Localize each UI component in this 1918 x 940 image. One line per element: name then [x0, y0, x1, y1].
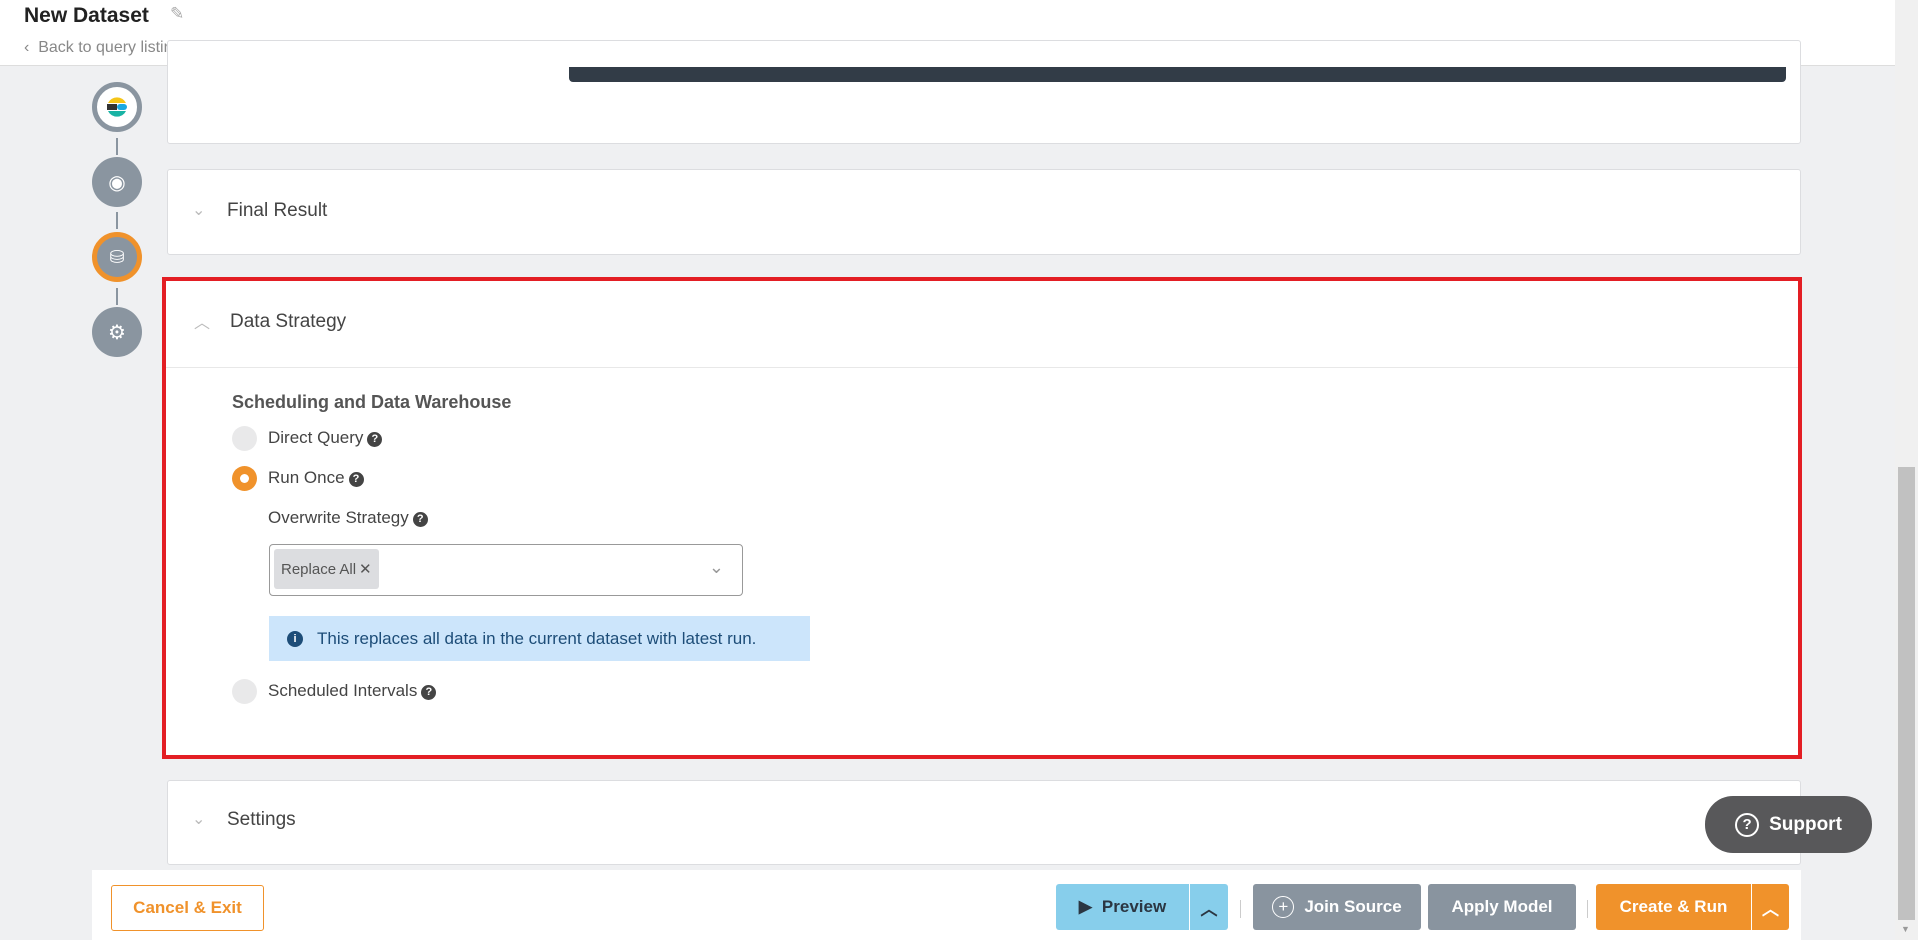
- chevron-down-icon[interactable]: ⌄: [709, 557, 724, 578]
- scrollbar-thumb[interactable]: [1898, 467, 1915, 920]
- section-heading: Scheduling and Data Warehouse: [232, 392, 512, 412]
- chevron-up-icon: ︿: [194, 315, 211, 332]
- edit-title-icon[interactable]: ✎: [170, 4, 184, 24]
- selected-tag-label: Replace All: [281, 560, 357, 578]
- back-link[interactable]: ‹ Back to query listing: [24, 39, 181, 57]
- final-result-panel[interactable]: ⌄ Final Result: [167, 169, 1801, 255]
- play-icon: ▶: [1078, 897, 1092, 916]
- help-icon[interactable]: ?: [412, 512, 428, 527]
- preview-label: Preview: [1101, 897, 1167, 916]
- support-label: Support: [1769, 813, 1842, 835]
- question-circle-icon: ?: [1735, 812, 1760, 837]
- eye-icon: ◉: [108, 171, 126, 194]
- data-strategy-title: Data Strategy: [230, 311, 347, 332]
- database-settings-icon: ⛁: [109, 246, 125, 267]
- join-source-button[interactable]: + Join Source: [1253, 884, 1421, 930]
- query-editor: [569, 67, 1786, 82]
- help-icon[interactable]: ?: [421, 685, 437, 700]
- footer-bar: Cancel & Exit ▶ Preview ︿ + Join Source Ap…: [92, 870, 1801, 940]
- back-link-label: Back to query listing: [38, 39, 182, 56]
- direct-query-label: Direct Query?: [268, 428, 383, 448]
- preview-button[interactable]: ▶ Preview: [1056, 884, 1189, 930]
- remove-tag-icon[interactable]: ✕: [359, 560, 372, 578]
- apply-model-button[interactable]: Apply Model: [1428, 884, 1576, 930]
- gear-icon: ⚙: [108, 321, 126, 344]
- settings-title: Settings: [227, 809, 296, 830]
- page-title: New Dataset: [24, 4, 149, 27]
- radio-direct-query[interactable]: [232, 426, 257, 451]
- overwrite-strategy-select[interactable]: Replace All ✕ ⌄: [269, 544, 743, 596]
- info-text: This replaces all data in the current da…: [317, 628, 757, 648]
- selected-tag: Replace All ✕: [274, 549, 379, 589]
- scheduled-intervals-label: Scheduled Intervals?: [268, 681, 437, 701]
- step-connector: [116, 288, 118, 305]
- chevron-down-icon: ⌄: [192, 202, 206, 219]
- support-button[interactable]: ? Support: [1705, 796, 1872, 853]
- overwrite-strategy-label: Overwrite Strategy?: [268, 508, 428, 528]
- query-card: [167, 40, 1801, 144]
- scrollbar[interactable]: ▼: [1895, 0, 1918, 940]
- chevron-up-icon: ︿: [1200, 899, 1218, 919]
- settings-panel[interactable]: ⌄ Settings: [167, 780, 1801, 865]
- divider: [1587, 900, 1588, 918]
- preview-options-button[interactable]: ︿: [1190, 884, 1228, 930]
- help-icon[interactable]: ?: [367, 432, 383, 447]
- create-run-options-button[interactable]: ︿: [1752, 884, 1789, 930]
- plus-circle-icon: +: [1272, 896, 1295, 918]
- step-data-strategy[interactable]: ⛁: [92, 232, 142, 282]
- step-source-elastic[interactable]: [92, 82, 142, 132]
- info-icon: i: [287, 630, 303, 647]
- run-once-label: Run Once?: [268, 468, 364, 488]
- chevron-left-icon: ‹: [24, 39, 39, 56]
- create-run-button[interactable]: Create & Run: [1596, 884, 1751, 930]
- radio-scheduled-intervals[interactable]: [232, 679, 257, 704]
- cancel-exit-button[interactable]: Cancel & Exit: [111, 885, 264, 931]
- info-alert: i This replaces all data in the current …: [269, 616, 810, 661]
- data-strategy-header[interactable]: ︿ Data Strategy: [166, 281, 1798, 368]
- elastic-logo-icon: [107, 97, 127, 117]
- chevron-down-icon: ⌄: [192, 811, 206, 828]
- radio-run-once[interactable]: [232, 466, 257, 491]
- step-settings[interactable]: ⚙: [92, 307, 142, 357]
- scroll-down-arrow-icon[interactable]: ▼: [1901, 924, 1910, 934]
- help-icon[interactable]: ?: [348, 472, 364, 487]
- step-preview[interactable]: ◉: [92, 157, 142, 207]
- step-connector: [116, 138, 118, 155]
- join-source-label: Join Source: [1304, 897, 1402, 916]
- data-strategy-panel: ︿ Data Strategy Scheduling and Data Ware…: [162, 277, 1802, 759]
- step-connector: [116, 212, 118, 229]
- divider: [1240, 900, 1241, 918]
- chevron-up-icon: ︿: [1762, 899, 1779, 919]
- final-result-title: Final Result: [227, 200, 328, 221]
